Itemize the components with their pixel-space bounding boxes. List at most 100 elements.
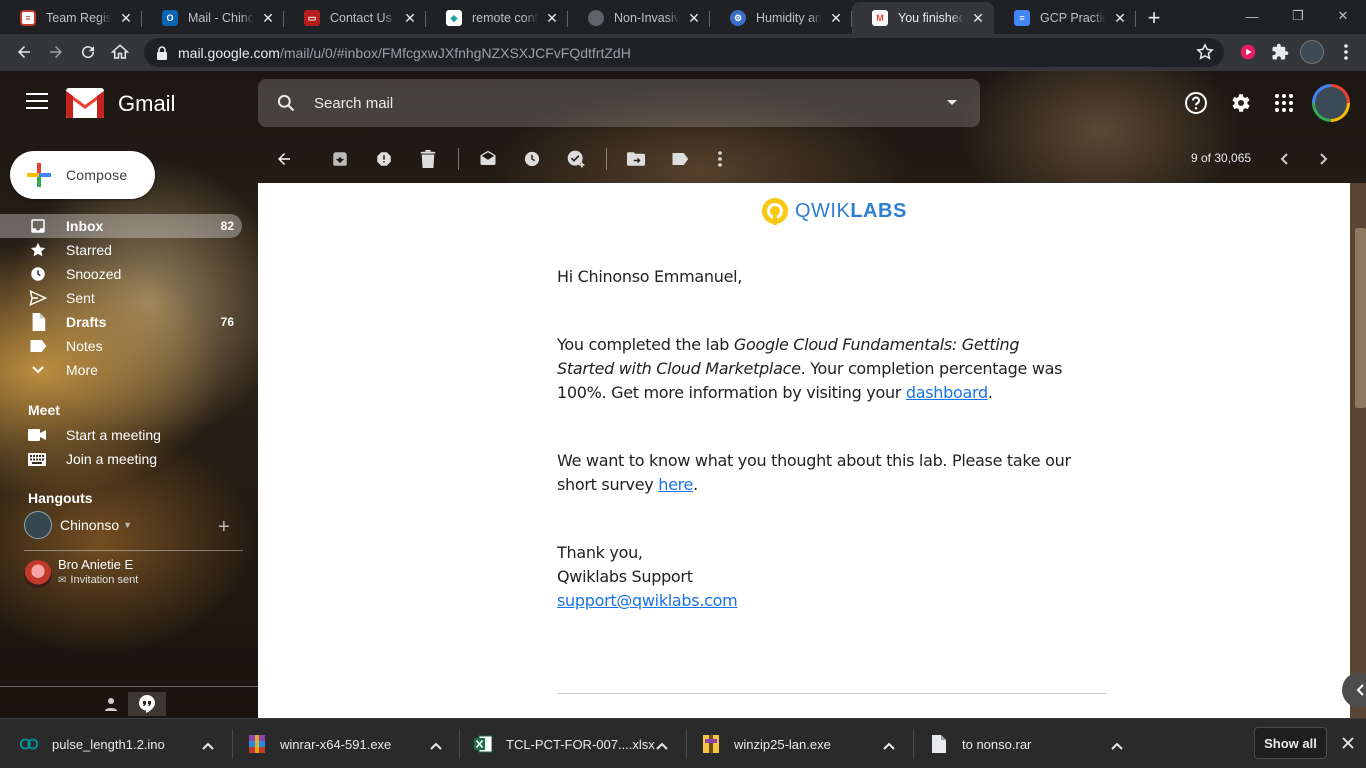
close-icon[interactable]: ✕ xyxy=(544,10,560,27)
add-to-tasks-button[interactable] xyxy=(564,147,588,171)
account-avatar[interactable] xyxy=(1312,84,1350,122)
home-button[interactable] xyxy=(104,36,136,68)
mark-unread-button[interactable] xyxy=(476,147,500,171)
sidebar-item-more[interactable]: More xyxy=(0,358,258,382)
close-icon[interactable]: ✕ xyxy=(118,10,134,27)
download-item[interactable]: winzip25-lan.exe xyxy=(702,719,831,768)
tab-outlook-mail[interactable]: O Mail - Chinonso ✕ xyxy=(142,2,284,34)
email-message-pane: QWIKLABS Hi Chinonso Emmanuel, You compl… xyxy=(258,183,1350,718)
tab-title: Humidity and T xyxy=(756,11,822,25)
search-input[interactable]: Search mail xyxy=(314,95,946,112)
labels-button[interactable] xyxy=(668,147,692,171)
chevron-up-icon[interactable] xyxy=(202,737,214,755)
delete-button[interactable] xyxy=(416,147,440,171)
hangouts-user-status[interactable]: Chinonso ▼ xyxy=(24,511,132,539)
close-icon[interactable]: ✕ xyxy=(686,10,702,27)
start-meeting-link[interactable]: Start a meeting xyxy=(28,423,161,447)
tab-non-invasive[interactable]: Non-Invasive S ✕ xyxy=(568,2,710,34)
archive-button[interactable] xyxy=(328,147,352,171)
newer-message-button[interactable] xyxy=(1272,147,1296,171)
add-chat-icon[interactable]: + xyxy=(218,516,230,539)
older-message-button[interactable] xyxy=(1312,147,1336,171)
sidebar-item-label: Snoozed xyxy=(66,266,122,282)
dashboard-link[interactable]: dashboard xyxy=(906,383,988,402)
address-bar[interactable]: mail.google.com/mail/u/0/#inbox/FMfcgxwJ… xyxy=(144,38,1224,67)
hangouts-quote-icon[interactable] xyxy=(128,692,166,716)
reload-button[interactable] xyxy=(72,36,104,68)
back-arrow-icon xyxy=(18,46,30,58)
browser-menu-button[interactable] xyxy=(1330,36,1362,68)
extension-button[interactable] xyxy=(1232,36,1264,68)
divider xyxy=(0,686,258,687)
mail-folders: Inbox 82 Starred Snoozed Sent Drafts 76 … xyxy=(0,214,258,382)
search-bar[interactable]: Search mail xyxy=(258,79,980,127)
chevron-up-icon[interactable] xyxy=(656,737,668,755)
chevron-up-icon[interactable] xyxy=(883,737,895,755)
more-actions-button[interactable] xyxy=(708,147,732,171)
forward-button[interactable] xyxy=(40,36,72,68)
sidebar-item-starred[interactable]: Starred xyxy=(0,238,258,262)
downloads-bar: pulse_length1.2.ino winrar-x64-591.exe T… xyxy=(0,718,1366,768)
profile-avatar[interactable] xyxy=(1300,40,1324,64)
chevron-down-icon xyxy=(28,360,48,380)
close-window-button[interactable]: ✕ xyxy=(1320,0,1366,32)
snooze-button[interactable] xyxy=(520,147,544,171)
move-to-button[interactable] xyxy=(624,147,648,171)
tab-gmail-active[interactable]: M You finished a ✕ xyxy=(852,2,994,34)
settings-gear-icon[interactable] xyxy=(1228,91,1252,115)
help-icon[interactable] xyxy=(1184,91,1208,115)
draft-count: 76 xyxy=(220,315,234,329)
minimize-button[interactable]: — xyxy=(1229,0,1275,32)
chevron-right-icon xyxy=(1320,153,1328,165)
arduino-icon xyxy=(20,735,38,753)
contacts-person-icon[interactable] xyxy=(92,692,130,716)
download-item[interactable]: TCL-PCT-FOR-007....xlsx xyxy=(474,719,655,768)
close-icon[interactable]: ✕ xyxy=(970,10,986,27)
close-icon[interactable]: ✕ xyxy=(828,10,844,27)
chevron-up-icon[interactable] xyxy=(430,737,442,755)
main-menu-icon[interactable] xyxy=(26,93,48,111)
star-icon xyxy=(28,240,48,260)
sidebar-item-snoozed[interactable]: Snoozed xyxy=(0,262,258,286)
search-icon[interactable] xyxy=(276,93,296,113)
apps-grid-icon[interactable] xyxy=(1272,91,1296,115)
sidebar-item-sent[interactable]: Sent xyxy=(0,286,258,310)
divider xyxy=(686,729,687,759)
sidebar-item-notes[interactable]: Notes xyxy=(0,334,258,358)
survey-link[interactable]: here xyxy=(658,475,693,494)
tab-remote-control[interactable]: ◆ remote control ✕ xyxy=(426,2,568,34)
show-all-downloads-button[interactable]: Show all xyxy=(1254,727,1327,759)
tab-gcp-practice[interactable]: ≡ GCP Practice P ✕ xyxy=(994,2,1136,34)
download-item[interactable]: to nonso.rar xyxy=(930,719,1031,768)
close-icon[interactable]: ✕ xyxy=(402,10,418,27)
video-camera-icon xyxy=(28,429,48,441)
back-button[interactable] xyxy=(8,36,40,68)
close-downloads-bar-icon[interactable] xyxy=(1338,733,1358,753)
support-email-link[interactable]: support@qwiklabs.com xyxy=(557,591,738,610)
compose-button[interactable]: Compose xyxy=(10,151,155,199)
extensions-button[interactable] xyxy=(1264,36,1296,68)
download-item[interactable]: pulse_length1.2.ino xyxy=(20,719,165,768)
hangouts-contact[interactable]: Bro Anietie E ✉ Invitation sent xyxy=(24,557,138,588)
back-to-inbox-button[interactable] xyxy=(272,147,296,171)
chevron-up-icon[interactable] xyxy=(1111,737,1123,755)
close-icon[interactable]: ✕ xyxy=(1112,10,1128,27)
gmail-logo-icon[interactable] xyxy=(66,88,104,118)
divider xyxy=(913,729,914,759)
tab-contact-us[interactable]: ▭ Contact Us For ✕ xyxy=(284,2,426,34)
sidebar-item-inbox[interactable]: Inbox 82 xyxy=(0,214,242,238)
search-options-icon[interactable] xyxy=(946,99,958,107)
join-meeting-link[interactable]: Join a meeting xyxy=(28,447,157,471)
divider xyxy=(24,550,243,551)
scrollbar-thumb[interactable] xyxy=(1355,228,1366,408)
new-tab-button[interactable]: + xyxy=(1136,2,1172,34)
bookmark-star-icon[interactable] xyxy=(1196,43,1214,61)
restore-button[interactable]: ❐ xyxy=(1275,0,1321,32)
contact-status-row: ✉ Invitation sent xyxy=(58,574,138,586)
tab-humidity[interactable]: ⚙ Humidity and T ✕ xyxy=(710,2,852,34)
download-item[interactable]: winrar-x64-591.exe xyxy=(248,719,391,768)
report-spam-button[interactable] xyxy=(372,147,396,171)
tab-team-registration[interactable]: ≡ Team Registrat ✕ xyxy=(0,2,142,34)
sidebar-item-drafts[interactable]: Drafts 76 xyxy=(0,310,258,334)
close-icon[interactable]: ✕ xyxy=(260,10,276,27)
